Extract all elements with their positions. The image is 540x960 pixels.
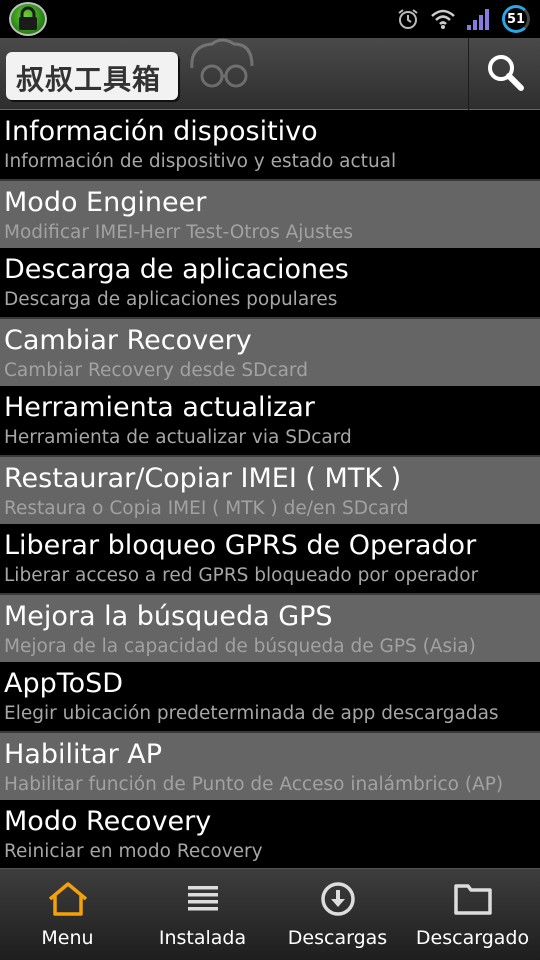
item-subtitle: Cambiar Recovery desde SDcard xyxy=(4,360,308,381)
item-subtitle: Elegir ubicación predeterminada de app d… xyxy=(4,703,499,724)
list-item-descarga-aplicaciones[interactable]: Descarga de aplicaciones Descarga de apl… xyxy=(0,248,540,317)
item-title: Modo Recovery xyxy=(4,806,212,837)
nav-label: Descargado xyxy=(415,927,530,949)
wifi-icon xyxy=(430,8,456,30)
download-icon xyxy=(319,881,357,917)
status-bar: 51 xyxy=(0,0,540,38)
list-item-informacion-dispositivo[interactable]: Información dispositivo Información de d… xyxy=(0,110,540,179)
folder-icon xyxy=(453,881,493,917)
item-title: Liberar bloqueo GPRS de Operador xyxy=(4,530,477,561)
app-logo[interactable]: 叔叔工具箱 xyxy=(6,52,178,100)
list-item-liberar-gprs[interactable]: Liberar bloqueo GPRS de Operador Liberar… xyxy=(0,524,540,593)
item-subtitle: Mejora de la capacidad de búsqueda de GP… xyxy=(4,636,476,657)
list-item-restaurar-imei[interactable]: Restaurar/Copiar IMEI ( MTK ) Restaura o… xyxy=(0,455,540,524)
lock-icon xyxy=(9,2,47,36)
home-icon xyxy=(46,881,90,917)
item-title: Herramienta actualizar xyxy=(4,392,315,423)
item-subtitle: Información de dispositivo y estado actu… xyxy=(4,151,397,172)
list-item-mejora-gps[interactable]: Mejora la búsqueda GPS Mejora de la capa… xyxy=(0,593,540,662)
battery-level: 51 xyxy=(506,11,526,27)
item-subtitle: Descarga de aplicaciones populares xyxy=(4,289,338,310)
nav-label: Instalada xyxy=(158,927,247,949)
item-title: Descarga de aplicaciones xyxy=(4,254,349,285)
list-item-cambiar-recovery[interactable]: Cambiar Recovery Cambiar Recovery desde … xyxy=(0,317,540,386)
nav-label: Menu xyxy=(41,927,94,949)
mascot-icon xyxy=(182,38,262,110)
item-subtitle: Modificar IMEI-Herr Test-Otros Ajustes xyxy=(4,222,354,243)
list-icon xyxy=(185,881,221,917)
list-item-apptosd[interactable]: AppToSD Elegir ubicación predeterminada … xyxy=(0,662,540,731)
alarm-icon xyxy=(396,7,420,31)
item-title: Mejora la búsqueda GPS xyxy=(4,601,333,632)
item-title: Restaurar/Copiar IMEI ( MTK ) xyxy=(4,463,402,494)
search-icon xyxy=(486,53,524,95)
item-subtitle: Reiniciar en modo Recovery xyxy=(4,841,263,862)
battery-icon: 51 xyxy=(502,5,530,33)
list-item-habilitar-ap[interactable]: Habilitar AP Habilitar función de Punto … xyxy=(0,731,540,800)
nav-item-menu[interactable]: Menu xyxy=(0,869,135,960)
item-subtitle: Restaura o Copia IMEI ( MTK ) de/en SDca… xyxy=(4,498,409,519)
bottom-nav: Menu Instalada Descargas Descargado xyxy=(0,868,540,960)
item-subtitle: Habilitar función de Punto de Acceso ina… xyxy=(4,774,504,795)
search-button[interactable] xyxy=(468,38,540,110)
nav-item-instalada[interactable]: Instalada xyxy=(135,869,270,960)
list-item-modo-engineer[interactable]: Modo Engineer Modificar IMEI-Herr Test-O… xyxy=(0,179,540,248)
item-subtitle: Herramienta de actualizar via SDcard xyxy=(4,427,352,448)
list-item-herramienta-actualizar[interactable]: Herramienta actualizar Herramienta de ac… xyxy=(0,386,540,455)
item-title: AppToSD xyxy=(4,668,124,699)
item-title: Información dispositivo xyxy=(4,116,318,147)
item-title: Cambiar Recovery xyxy=(4,325,252,356)
item-title: Modo Engineer xyxy=(4,187,207,218)
nav-label: Descargas xyxy=(287,927,388,949)
list-item-modo-recovery[interactable]: Modo Recovery Reiniciar en modo Recovery xyxy=(0,800,540,869)
signal-icon xyxy=(466,7,492,31)
nav-item-descargas[interactable]: Descargas xyxy=(270,869,405,960)
item-title: Habilitar AP xyxy=(4,739,163,770)
item-subtitle: Liberar acceso a red GPRS bloqueado por … xyxy=(4,565,479,586)
app-logo-text: 叔叔工具箱 xyxy=(16,63,162,96)
app-bar: 叔叔工具箱 xyxy=(0,38,540,110)
nav-item-descargado[interactable]: Descargado xyxy=(405,869,540,960)
menu-list: Información dispositivo Información de d… xyxy=(0,110,540,869)
